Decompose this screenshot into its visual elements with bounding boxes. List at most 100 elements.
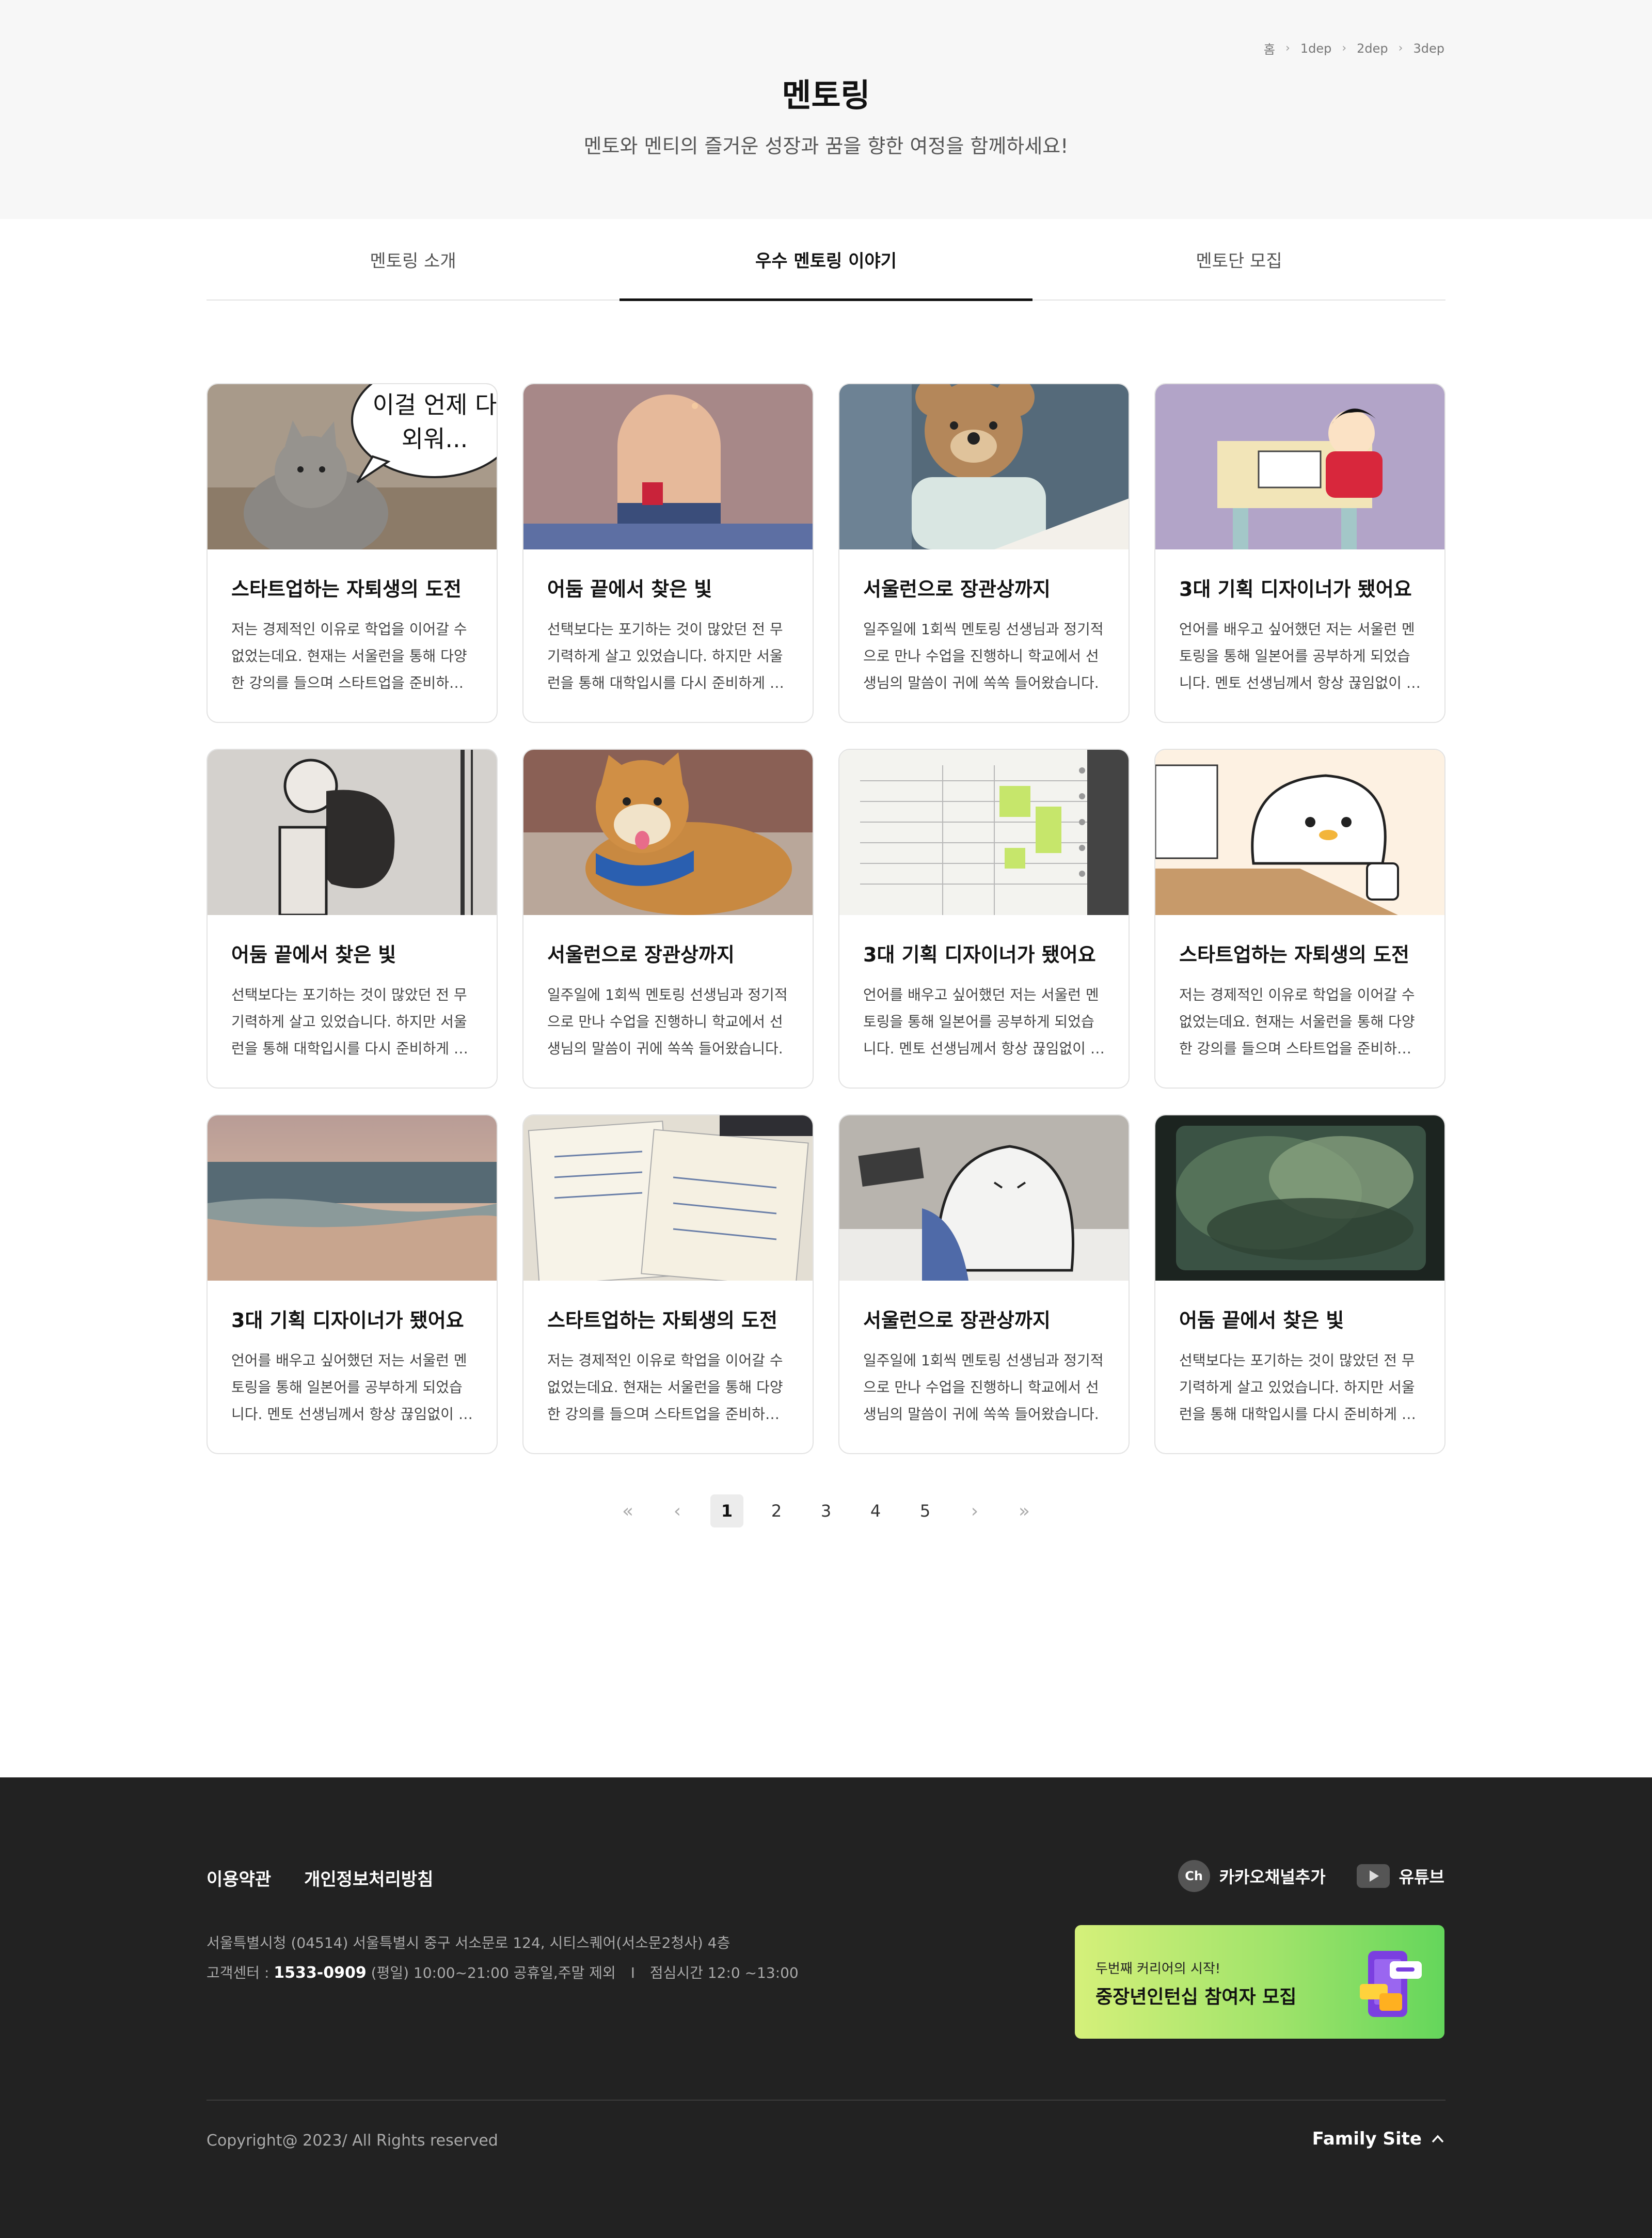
page-subtitle: 멘토와 멘티의 즐거운 성장과 꿈을 향한 여정을 함께하세요!: [583, 135, 1069, 157]
teddy-bear-image: [839, 384, 1129, 549]
chevron-right-icon: ›: [1342, 42, 1347, 55]
terms-link[interactable]: 이용약관: [206, 1865, 271, 1890]
story-card-body: 서울런으로 장관상까지일주일에 1회씩 멘토링 선생님과 정기적으로 만나 수업…: [839, 549, 1129, 697]
story-thumbnail: [523, 1115, 813, 1281]
banner-kicker: 두번째 커리어의 시작!: [1095, 1961, 1221, 1977]
story-title: 스타트업하는 자퇴생의 도전: [547, 1309, 777, 1332]
breadcrumb: 홈 › 1dep › 2dep › 3dep: [1264, 39, 1444, 57]
story-excerpt: 일주일에 1회씩 멘토링 선생님과 정기적으로 만나 수업을 진행하니 학교에서…: [547, 986, 788, 1057]
story-card[interactable]: 스타트업하는 자퇴생의 도전저는 경제적인 이유로 학업을 이어갈 수 없었는데…: [522, 1114, 814, 1454]
story-title: 어둠 끝에서 찾은 빛: [231, 943, 396, 966]
sunset-arch-image: [523, 384, 813, 549]
story-title: 3대 기획 디자이너가 됐어요: [1179, 578, 1412, 601]
lunch-hours: 점심시간 12:0 ~13:00: [649, 1964, 799, 1981]
breadcrumb-item[interactable]: 홈: [1264, 39, 1275, 57]
page-number-1[interactable]: 1: [710, 1494, 743, 1527]
chevron-right-icon: ›: [1398, 42, 1403, 55]
breadcrumb-item[interactable]: 3dep: [1413, 41, 1444, 56]
story-card-body: 3대 기획 디자이너가 됐어요언어를 배우고 싶어했던 저는 서울런 멘토링을 …: [208, 1281, 497, 1428]
story-title: 서울런으로 장관상까지: [863, 1309, 1051, 1332]
breadcrumb-item[interactable]: 2dep: [1357, 41, 1388, 56]
story-card-body: 3대 기획 디자이너가 됐어요 언어를 배우고 싶어했던 저는 서울런 멘토링을 …: [1155, 549, 1444, 697]
youtube-link[interactable]: 유튜브: [1356, 1864, 1444, 1888]
story-excerpt: 일주일에 1회씩 멘토링 선생님과 정기적으로 만나 수업을 진행하니 학교에서…: [863, 1352, 1104, 1423]
banner-headline: 중장년인턴십 참여자 모집: [1095, 1987, 1297, 2008]
site-footer: 이용약관 개인정보처리방침 Ch 카카오채널추가 유튜브 서울특별시청 (045…: [0, 1777, 1652, 2238]
tab-3[interactable]: 멘토단 모집: [1032, 219, 1446, 300]
story-excerpt: 언어를 배우고 싶어했던 저는 서울런 멘토링을 통해 일본어를 공부하게 되었…: [231, 1352, 472, 1423]
story-card[interactable]: 어둠 끝에서 찾은 빛선택보다는 포기하는 것이 많았던 전 무기력하게 살고 …: [522, 383, 814, 723]
story-thumbnail: [839, 1115, 1129, 1281]
tab-1[interactable]: 멘토링 소개: [206, 219, 620, 300]
story-thumbnail: [523, 384, 813, 549]
story-thumbnail: [839, 384, 1129, 549]
story-excerpt: 일주일에 1회씩 멘토링 선생님과 정기적으로 만나 수업을 진행하니 학교에서…: [863, 621, 1104, 691]
story-card[interactable]: 3대 기획 디자이너가 됐어요 언어를 배우고 싶어했던 저는 서울런 멘토링을 …: [838, 749, 1130, 1089]
story-excerpt: 선택보다는 포기하는 것이 많았던 전 무기력하게 살고 있었습니다. 하지만 …: [231, 986, 467, 1057]
story-card[interactable]: 3대 기획 디자이너가 됐어요 언어를 배우고 싶어했던 저는 서울런 멘토링을 …: [1154, 383, 1446, 723]
sleepy-character-image: [839, 1115, 1129, 1281]
story-thumbnail: [208, 750, 497, 915]
breadcrumb-item[interactable]: 1dep: [1300, 41, 1332, 56]
story-card-body: 어둠 끝에서 찾은 빛선택보다는 포기하는 것이 많았던 전 무기력하게 살고 …: [523, 549, 813, 697]
chevron-left-icon[interactable]: ‹: [661, 1494, 694, 1527]
story-thumbnail: [1155, 384, 1444, 549]
youtube-label: 유튜브: [1399, 1867, 1444, 1887]
page-number-5[interactable]: 5: [909, 1494, 942, 1527]
internship-banner[interactable]: 두번째 커리어의 시작! 중장년인턴십 참여자 모집: [1075, 1925, 1444, 2039]
chevron-right-icon[interactable]: ›: [958, 1494, 991, 1527]
family-site-toggle[interactable]: Family Site: [1312, 2129, 1444, 2149]
story-card-body: 어둠 끝에서 찾은 빛선택보다는 포기하는 것이 많았던 전 무기력하게 살고 …: [208, 915, 497, 1062]
contact-divider: I: [630, 1964, 635, 1981]
story-thumbnail: [839, 750, 1129, 915]
story-thumbnail: [1155, 1115, 1444, 1281]
footer-divider: [206, 2100, 1446, 2101]
privacy-policy-link[interactable]: 개인정보처리방침: [304, 1865, 433, 1890]
story-title: 서울런으로 장관상까지: [863, 578, 1051, 601]
contact-prefix: 고객센터 :: [206, 1964, 269, 1981]
story-card[interactable]: 스타트업하는 자퇴생의 도전 저는 경제적인 이유로 학업을 이어갈 수 없었는데…: [1154, 749, 1446, 1089]
tab-2[interactable]: 우수 멘토링 이야기: [620, 219, 1032, 301]
business-hours: (평일) 10:00~21:00 공휴일,주말 제외: [371, 1964, 616, 1981]
story-excerpt: 선택보다는 포기하는 것이 많았던 전 무기력하게 살고 있었습니다. 하지만 …: [1179, 1352, 1415, 1423]
tab-bar: 멘토링 소개 우수 멘토링 이야기 멘토단 모집: [206, 219, 1446, 301]
kakao-channel-link[interactable]: Ch 카카오채널추가: [1178, 1860, 1326, 1892]
social-links: Ch 카카오채널추가 유튜브: [1178, 1860, 1444, 1892]
story-card-body: 스타트업하는 자퇴생의 도전 저는 경제적인 이유로 학업을 이어갈 수 없었는데…: [1155, 915, 1444, 1062]
chevron-up-icon: [1432, 2135, 1444, 2143]
story-excerpt: 언어를 배우고 싶어했던 저는 서울런 멘토링을 통해 일본어를 공부하게 되었…: [863, 986, 1104, 1057]
story-title: 어둠 끝에서 찾은 빛: [1179, 1309, 1344, 1332]
story-card[interactable]: 어둠 끝에서 찾은 빛선택보다는 포기하는 것이 많았던 전 무기력하게 살고 …: [206, 749, 498, 1089]
page-header: 홈 › 1dep › 2dep › 3dep 멘토링 멘토와 멘티의 즐거운 성장과 꿈을 …: [0, 0, 1652, 219]
story-excerpt: 저는 경제적인 이유로 학업을 이어갈 수 없었는데요. 현재는 서울런을 통해…: [547, 1352, 783, 1423]
story-card[interactable]: 서울런으로 장관상까지일주일에 1회씩 멘토링 선생님과 정기적으로 만나 수업…: [838, 383, 1130, 723]
page-title: 멘토링: [782, 76, 870, 114]
story-title: 3대 기획 디자이너가 됐어요: [231, 1309, 464, 1332]
story-card-body: 어둠 끝에서 찾은 빛선택보다는 포기하는 것이 많았던 전 무기력하게 살고 …: [1155, 1281, 1444, 1428]
story-card[interactable]: 서울런으로 장관상까지 일주일에 1회씩 멘토링 선생님과 정기적으로 만나 수업…: [522, 749, 814, 1089]
planner-image: [839, 750, 1129, 915]
double-chevron-right-icon[interactable]: »: [1008, 1494, 1041, 1527]
page-number-4[interactable]: 4: [859, 1494, 892, 1527]
cartoon-desk-image: [1155, 384, 1444, 549]
footer-address: 서울특별시청 (04514) 서울특별시 중구 서소문로 124, 시티스퀘어(…: [206, 1928, 799, 1988]
story-thumbnail: [523, 750, 813, 915]
story-excerpt: 저는 경제적인 이유로 학업을 이어갈 수 없었는데요. 현재는 서울런을 통해…: [1179, 986, 1415, 1057]
page-number-3[interactable]: 3: [809, 1494, 843, 1527]
story-card[interactable]: 서울런으로 장관상까지일주일에 1회씩 멘토링 선생님과 정기적으로 만나 수업…: [838, 1114, 1130, 1454]
youtube-play-icon: [1356, 1864, 1390, 1888]
double-chevron-left-icon[interactable]: «: [611, 1494, 644, 1527]
story-excerpt: 선택보다는 포기하는 것이 많았던 전 무기력하게 살고 있었습니다. 하지만 …: [547, 621, 783, 691]
blob-character-image: [1155, 750, 1444, 915]
page-number-2[interactable]: 2: [760, 1494, 793, 1527]
story-card-grid: 이걸 언제 다 외워... 스타트업하는 자퇴생의 도전 저는 경제적인 이유로 학…: [206, 383, 1446, 1454]
story-card[interactable]: 이걸 언제 다 외워... 스타트업하는 자퇴생의 도전 저는 경제적인 이유로 학…: [206, 383, 498, 723]
blurry-tv-image: [1155, 1115, 1444, 1281]
story-title: 어둠 끝에서 찾은 빛: [547, 578, 712, 601]
sketch-figure-image: [208, 750, 497, 915]
story-card[interactable]: 3대 기획 디자이너가 됐어요언어를 배우고 싶어했던 저는 서울런 멘토링을 …: [206, 1114, 498, 1454]
copyright: Copyright@ 2023/ All Rights reserved: [206, 2132, 498, 2150]
chevron-right-icon: ›: [1285, 42, 1290, 55]
story-card[interactable]: 어둠 끝에서 찾은 빛선택보다는 포기하는 것이 많았던 전 무기력하게 살고 …: [1154, 1114, 1446, 1454]
story-thumbnail: 이걸 언제 다 외워...: [208, 384, 497, 549]
